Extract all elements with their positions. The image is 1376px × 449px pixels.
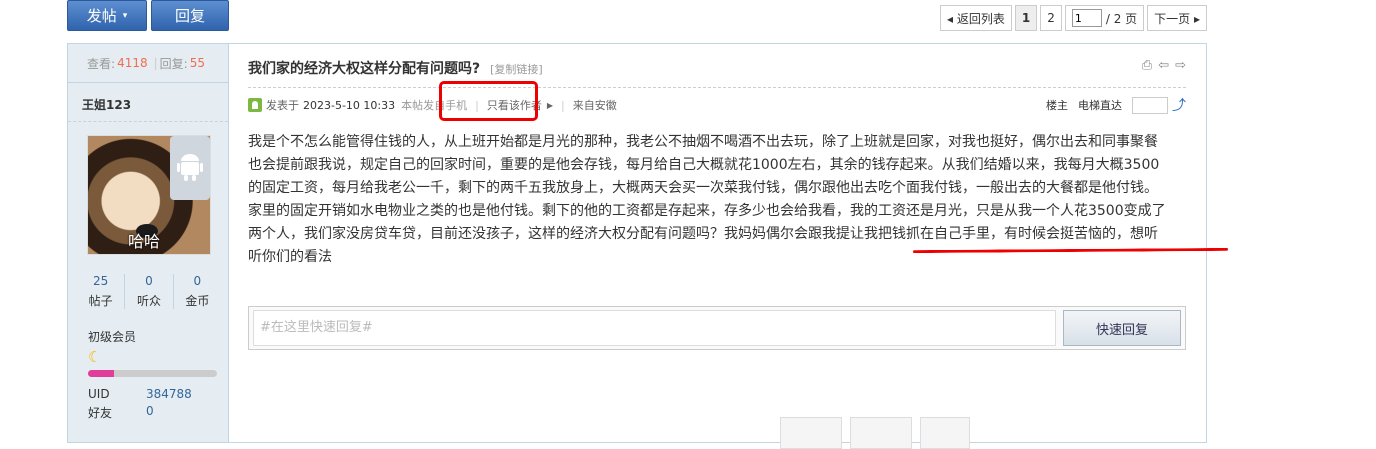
reply-button[interactable]: 回复 [151,0,229,31]
info-row: 好友 0 [88,404,192,421]
moon-icon: ☾ [88,348,102,366]
recommend-button[interactable] [780,417,842,449]
member-level[interactable]: 初级会员 [88,328,136,345]
info-key: 好友 [88,406,113,420]
avatar-caption: 哈哈 [128,232,161,251]
quick-reply-button[interactable]: 快速回复 [1063,310,1181,346]
posted-prefix: 发表于 [266,99,299,112]
jump-icon[interactable]: ⤴ [1172,95,1186,115]
next-page-button[interactable]: 下一页 ▸ [1147,5,1207,31]
post-time: 2023-5-10 10:33 [303,98,396,112]
mobile-android-icon [170,136,210,200]
user-icon [248,98,262,112]
info-row: UID 384788 [88,387,192,404]
print-icon[interactable]: ⎙ [1142,58,1152,73]
pagination: ◂ 返回列表 1 2 / 2 页 下一页 ▸ [940,5,1207,31]
thread-stats: 查看: 4118 | 回复: 55 [68,44,228,83]
count-value: 0 [193,274,202,288]
post-button[interactable]: 发帖 ▾ [67,0,147,31]
page-jump: / 2 页 [1064,5,1145,31]
count-followers[interactable]: 0 听众 [125,274,174,309]
quick-reply-bar: #在这里快速回复# 快速回复 [248,306,1186,350]
replies-count: 55 [189,56,205,70]
elevator-label: 电梯直达 [1078,99,1122,112]
title-tools: ⎙ ⇦ ⇨ [1142,58,1186,73]
floor-jump-input[interactable] [1132,96,1168,114]
count-label: 金币 [185,294,210,308]
count-label: 帖子 [88,294,113,308]
back-to-list-button[interactable]: ◂ 返回列表 [940,5,1012,31]
info-value[interactable]: 384788 [146,387,192,404]
level-progress-bar [88,370,217,377]
location: 来自安徽 [572,99,617,112]
page-1-link[interactable]: 1 [1014,5,1038,31]
triangle-right-icon: ▶ [546,100,553,110]
chevron-down-icon: ▾ [122,10,128,21]
post-button-label: 发帖 [86,7,117,25]
floor-tools: 楼主 电梯直达 ⤴ [1046,95,1186,115]
separator: | [561,98,565,112]
next-thread-icon[interactable]: ⇨ [1175,58,1186,73]
quick-reply-input[interactable]: #在这里快速回复# [253,310,1056,346]
post-action-buttons [780,417,970,449]
author-info: UID 384788 好友 0 [88,387,192,421]
count-label: 听众 [136,294,161,308]
views-count: 4118 [117,56,148,70]
author-sidebar: 查看: 4118 | 回复: 55 王姐123 哈哈 25 帖子 0 听众 0 … [68,44,229,442]
page-total: / 2 页 [1105,11,1138,26]
author-counts: 25 帖子 0 听众 0 金币 [77,274,221,309]
replies-label: 回复: [159,56,188,71]
dislike-button[interactable] [920,417,970,449]
info-key: UID [88,387,110,401]
avatar[interactable]: 哈哈 [87,135,211,255]
level-progress-fill [88,370,114,377]
count-value: 25 [93,274,109,288]
post-meta: 发表于 2023-5-10 10:33 本帖发自手机 | 只看该作者 ▶ | 来… [248,97,617,113]
copy-link[interactable]: [复制链接] [490,61,543,77]
prev-thread-icon[interactable]: ⇦ [1158,58,1169,73]
like-button[interactable] [850,417,912,449]
divider [248,87,1186,88]
stats-separator: | [153,56,158,70]
page-2-link[interactable]: 2 [1040,5,1062,31]
page-title: 我们家的经济大权这样分配有问题吗? [248,61,481,77]
count-coins[interactable]: 0 金币 [174,274,221,309]
floor-label: 楼主 [1046,99,1068,112]
count-posts[interactable]: 25 帖子 [77,274,126,309]
author-name[interactable]: 王姐123 [82,96,131,113]
count-value: 0 [145,274,153,288]
divider [68,121,228,122]
title-row: 我们家的经济大权这样分配有问题吗? [复制链接] [248,58,543,78]
post-frame: 查看: 4118 | 回复: 55 王姐123 哈哈 25 帖子 0 听众 0 … [67,43,1229,449]
views-label: 查看: [87,56,116,71]
info-value[interactable]: 0 [146,404,154,421]
red-annotation-box [439,81,538,121]
page-input[interactable] [1071,9,1102,27]
